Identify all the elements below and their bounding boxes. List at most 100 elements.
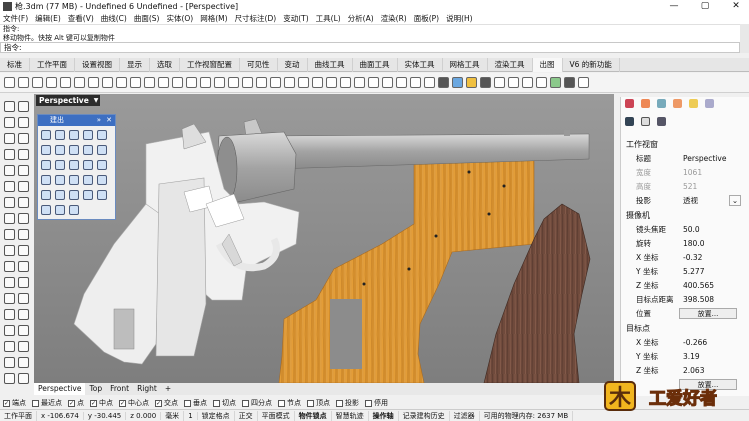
display-icon[interactable] xyxy=(657,98,666,108)
shell-icon[interactable] xyxy=(83,160,93,170)
menu-dimension[interactable]: 尺寸标注(D) xyxy=(235,13,277,24)
printer-icon[interactable] xyxy=(508,77,519,88)
cylinder-icon[interactable] xyxy=(55,130,65,140)
curve-icon[interactable] xyxy=(4,165,15,176)
status-cplane[interactable]: 工作平面 xyxy=(0,410,37,421)
menu-mesh[interactable]: 网格(M) xyxy=(200,13,227,24)
checkbox[interactable]: ✓ xyxy=(119,399,126,407)
pyramid-icon[interactable] xyxy=(69,145,79,155)
prop-projection[interactable]: 投影 透视 ⌄ xyxy=(626,195,744,207)
layout-icon[interactable] xyxy=(4,341,15,352)
lock-icon[interactable] xyxy=(312,77,323,88)
tab-select[interactable]: 选取 xyxy=(150,58,180,72)
menu-transform[interactable]: 变动(T) xyxy=(283,13,308,24)
checkbox[interactable] xyxy=(242,399,249,407)
hatch-icon[interactable] xyxy=(18,277,29,288)
cone-icon[interactable] xyxy=(69,130,79,140)
boolean-union-icon[interactable] xyxy=(4,245,15,256)
palette-expand-icon[interactable]: » xyxy=(97,115,101,126)
copy-object-icon[interactable] xyxy=(340,77,351,88)
osnap-center[interactable]: ✓ 中心点 xyxy=(119,398,149,408)
prop-target-distance[interactable]: 目标点距离 398.508 xyxy=(626,294,744,306)
osnap-mid[interactable]: ✓ 中点 xyxy=(90,398,113,408)
rib-icon[interactable] xyxy=(69,190,79,200)
trim-icon[interactable] xyxy=(4,213,15,224)
status-layer[interactable]: 1 xyxy=(184,411,198,420)
ellipsoid-icon[interactable] xyxy=(83,145,93,155)
point-icon[interactable] xyxy=(18,101,29,112)
mirror-icon[interactable] xyxy=(382,77,393,88)
detail-icon[interactable] xyxy=(18,341,29,352)
add-viewport-button[interactable]: + xyxy=(161,383,175,395)
frame-icon[interactable] xyxy=(641,117,650,126)
checkbox[interactable] xyxy=(184,399,191,407)
osnap-end[interactable]: ✓ 端点 xyxy=(3,398,26,408)
slab-icon[interactable] xyxy=(55,190,65,200)
move-face-icon[interactable] xyxy=(97,190,107,200)
tab-surface-tools[interactable]: 曲面工具 xyxy=(353,58,398,72)
circle-icon[interactable] xyxy=(4,133,15,144)
checkbox[interactable]: ✓ xyxy=(90,399,97,407)
select-all-icon[interactable] xyxy=(256,77,267,88)
block-icon[interactable] xyxy=(4,309,15,320)
text-solid-icon[interactable] xyxy=(41,190,51,200)
print-icon[interactable] xyxy=(46,77,57,88)
solid-edit-icon[interactable] xyxy=(55,205,65,215)
select-arrow-icon[interactable] xyxy=(4,101,15,112)
prop-target-z[interactable]: Z 坐标 2.063 xyxy=(626,365,744,377)
text-dot-icon[interactable] xyxy=(396,77,407,88)
cap-icon[interactable] xyxy=(97,160,107,170)
menu-help[interactable]: 说明(H) xyxy=(446,13,473,24)
materials-tab-icon[interactable] xyxy=(673,98,682,108)
prop-rotation[interactable]: 旋转 180.0 xyxy=(626,238,744,250)
menu-file[interactable]: 文件(F) xyxy=(3,13,28,24)
menu-edit[interactable]: 编辑(E) xyxy=(35,13,61,24)
rotate-view-icon[interactable] xyxy=(144,77,155,88)
checkbox[interactable]: ✓ xyxy=(3,399,10,407)
tab-solid-tools[interactable]: 实体工具 xyxy=(398,58,443,72)
checkbox[interactable] xyxy=(213,399,220,407)
tube-icon[interactable] xyxy=(97,145,107,155)
box-icon[interactable] xyxy=(522,77,533,88)
difference-icon[interactable] xyxy=(55,175,65,185)
close-button[interactable]: ✕ xyxy=(725,0,747,13)
checkbox[interactable] xyxy=(365,399,372,407)
tab-drafting[interactable]: 出图 xyxy=(532,58,563,72)
split-solid-icon[interactable] xyxy=(83,175,93,185)
history-icon[interactable] xyxy=(18,373,29,384)
maximize-button[interactable]: ▢ xyxy=(694,0,716,13)
save-icon[interactable] xyxy=(32,77,43,88)
minimize-button[interactable]: — xyxy=(663,0,685,13)
osnap-int[interactable]: ✓ 交点 xyxy=(155,398,178,408)
annotation-icon[interactable] xyxy=(410,77,421,88)
line-icon[interactable] xyxy=(18,117,29,128)
menu-panels[interactable]: 面板(P) xyxy=(414,13,439,24)
undo-view-icon[interactable] xyxy=(214,77,225,88)
rotate-object-icon[interactable] xyxy=(354,77,365,88)
shield-icon[interactable] xyxy=(550,77,561,88)
checkbox[interactable]: ✓ xyxy=(68,399,75,407)
status-smarttrack[interactable]: 智慧轨迹 xyxy=(332,410,369,421)
copy-icon[interactable] xyxy=(88,77,99,88)
wedge-icon[interactable] xyxy=(55,145,65,155)
union-icon[interactable] xyxy=(41,175,51,185)
zoom-window-icon[interactable] xyxy=(172,77,183,88)
dimension-icon[interactable] xyxy=(424,77,435,88)
intersection-icon[interactable] xyxy=(69,175,79,185)
move-icon[interactable] xyxy=(326,77,337,88)
tab-display[interactable]: 显示 xyxy=(120,58,150,72)
revolver-model[interactable] xyxy=(34,94,614,383)
osnap-project[interactable]: 投影 xyxy=(336,398,359,408)
help-icon[interactable] xyxy=(705,98,714,108)
loft-icon[interactable] xyxy=(18,197,29,208)
prop-cam-z[interactable]: Z 坐标 400.565 xyxy=(626,280,744,292)
hole-icon[interactable] xyxy=(83,190,93,200)
osnap-perp[interactable]: 垂点 xyxy=(184,398,207,408)
palette-close-icon[interactable]: ✕ xyxy=(106,115,112,126)
checkbox[interactable] xyxy=(278,399,285,407)
zoom-selected-icon[interactable] xyxy=(200,77,211,88)
menu-render[interactable]: 渲染(R) xyxy=(381,13,407,24)
tab-viewport-layout[interactable]: 工作视窗配置 xyxy=(180,58,240,72)
pipe-icon[interactable] xyxy=(97,130,107,140)
fillet-edge-icon[interactable] xyxy=(55,160,65,170)
